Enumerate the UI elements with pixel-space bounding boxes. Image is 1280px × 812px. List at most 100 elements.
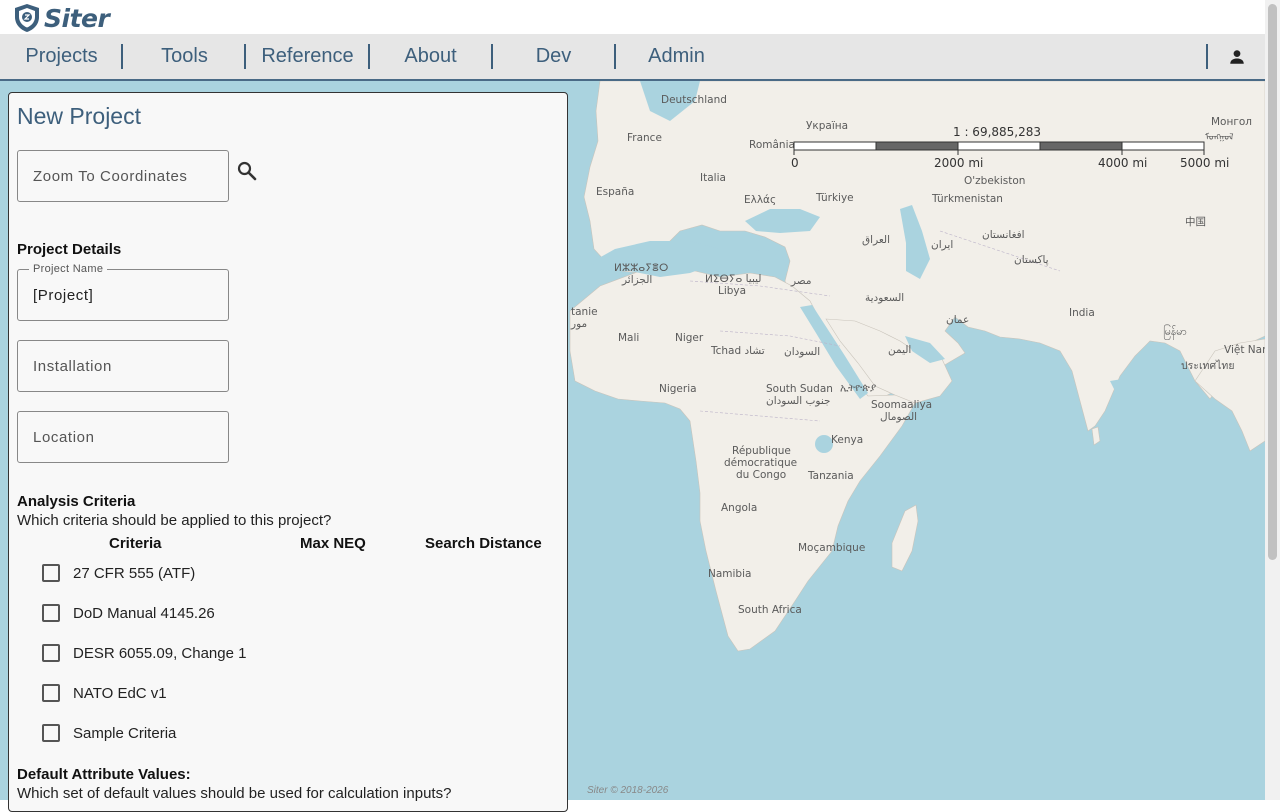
map-label: مصر bbox=[791, 275, 812, 287]
criteria-checkbox[interactable] bbox=[42, 724, 60, 742]
criteria-label: 27 CFR 555 (ATF) bbox=[73, 564, 196, 582]
map-label: République bbox=[732, 445, 791, 457]
scrollbar-thumb[interactable] bbox=[1268, 4, 1277, 560]
map-label: السودان bbox=[784, 346, 821, 358]
map-label: اليمن bbox=[888, 344, 912, 356]
map-label: Deutschland bbox=[661, 94, 727, 106]
user-menu-button[interactable] bbox=[1209, 34, 1265, 79]
map-label: مور bbox=[571, 318, 588, 330]
top-bar: Siter bbox=[0, 0, 1265, 34]
criteria-label: Sample Criteria bbox=[73, 724, 177, 742]
criteria-checkbox[interactable] bbox=[42, 644, 60, 662]
search-icon bbox=[237, 161, 257, 181]
scale-tick-label: 0 bbox=[791, 156, 799, 170]
map-label: Україна bbox=[806, 120, 849, 132]
map-label: Монгол bbox=[1211, 116, 1253, 128]
nav-reference[interactable]: Reference bbox=[246, 34, 369, 79]
map-label: العراق bbox=[862, 234, 891, 246]
app-name: Siter bbox=[44, 3, 110, 33]
map-label: Libya bbox=[718, 285, 747, 297]
installation-input[interactable] bbox=[18, 341, 228, 391]
location-field bbox=[17, 411, 229, 463]
map-label: မြန်မာ bbox=[1163, 326, 1187, 338]
analysis-criteria-question: Which criteria should be applied to this… bbox=[17, 512, 332, 529]
map-label: Việt Nam bbox=[1224, 344, 1265, 356]
map-attribution: Siter © 2018-2026 bbox=[587, 785, 669, 796]
map-label: Namibia bbox=[708, 568, 752, 580]
column-header-search-distance: Search Distance bbox=[425, 535, 542, 552]
map-label: South Sudan bbox=[766, 383, 833, 395]
map-label: ኢትዮጵያ bbox=[840, 382, 877, 394]
map-label: ⵍⵉⴱⵢⴰ ليبيا bbox=[705, 273, 762, 285]
nav-projects[interactable]: Projects bbox=[0, 34, 123, 79]
scale-ratio: 1 : 69,885,283 bbox=[953, 125, 1042, 139]
nav-admin[interactable]: Admin bbox=[615, 34, 738, 79]
map-label: Italia bbox=[700, 172, 726, 184]
shield-logo-icon bbox=[15, 4, 39, 32]
zoom-search-button[interactable] bbox=[235, 159, 259, 183]
map-label: O'zbekiston bbox=[964, 175, 1026, 187]
map-label: ⵍⵣⵣⴰⵢⴻⵔ bbox=[614, 262, 669, 274]
map-label: Ελλάς bbox=[744, 194, 777, 206]
map-label: السعودية bbox=[865, 292, 905, 304]
map-label: India bbox=[1069, 307, 1095, 319]
criteria-label: NATO EdC v1 bbox=[73, 684, 167, 702]
criteria-checkbox[interactable] bbox=[42, 604, 60, 622]
scale-tick-label: 2000 mi bbox=[934, 156, 984, 170]
analysis-criteria-heading: Analysis Criteria bbox=[17, 493, 136, 510]
map-label: Tanzania bbox=[808, 470, 854, 482]
map-label: ประเทศไทย bbox=[1181, 360, 1235, 372]
column-header-max-neq: Max NEQ bbox=[300, 535, 366, 552]
map-label: جنوب السودان bbox=[766, 395, 831, 407]
scale-tick-label: 5000 mi bbox=[1180, 156, 1230, 170]
location-input[interactable] bbox=[18, 412, 228, 462]
map-label: Türkiye bbox=[816, 192, 854, 204]
default-attributes-question: Which set of default values should be us… bbox=[17, 785, 452, 802]
map-label: Nigeria bbox=[659, 383, 697, 395]
installation-field bbox=[17, 340, 229, 392]
map-label: الجزائر bbox=[622, 274, 653, 286]
scale-tick-label: 4000 mi bbox=[1098, 156, 1148, 170]
criteria-label: DoD Manual 4145.26 bbox=[73, 604, 215, 622]
criteria-row: DoD Manual 4145.26 bbox=[42, 601, 215, 625]
page-scrollbar[interactable] bbox=[1265, 0, 1280, 800]
scale-bar-graphic bbox=[793, 141, 1205, 155]
zoom-coordinates-input[interactable] bbox=[18, 151, 228, 201]
default-attributes-heading: Default Attribute Values: bbox=[17, 766, 191, 783]
project-details-heading: Project Details bbox=[17, 241, 122, 258]
criteria-label: DESR 6055.09, Change 1 bbox=[73, 644, 247, 662]
nav-dev[interactable]: Dev bbox=[492, 34, 615, 79]
project-name-input[interactable] bbox=[18, 270, 228, 320]
criteria-row: Sample Criteria bbox=[42, 721, 176, 745]
panel-title: New Project bbox=[17, 103, 141, 129]
map-label: ᠮᠣᠩᠭᠣᠯ bbox=[1205, 133, 1234, 143]
map-label: Tchad تشاد bbox=[711, 345, 765, 357]
person-icon bbox=[1230, 49, 1244, 64]
nav-tools[interactable]: Tools bbox=[123, 34, 246, 79]
criteria-row: NATO EdC v1 bbox=[42, 681, 167, 705]
map-label: España bbox=[596, 186, 635, 198]
app-logo[interactable]: Siter bbox=[14, 1, 110, 35]
criteria-checkbox[interactable] bbox=[42, 564, 60, 582]
map-label: Türkmenistan bbox=[932, 193, 1003, 205]
map-label: پاکستان bbox=[1014, 254, 1049, 266]
new-project-panel: New Project Project Details Project Name… bbox=[8, 92, 568, 812]
map-label: عمان bbox=[946, 314, 970, 326]
map-label: tanie bbox=[571, 306, 598, 318]
map-label: افغانستان bbox=[982, 229, 1025, 241]
criteria-row: 27 CFR 555 (ATF) bbox=[42, 561, 195, 585]
map-label: ایران bbox=[931, 239, 954, 251]
map-label: Moçambique bbox=[798, 542, 866, 554]
map-label: France bbox=[627, 132, 662, 144]
nav-about[interactable]: About bbox=[369, 34, 492, 79]
map-label: South Africa bbox=[738, 604, 802, 616]
map-label: 中国 bbox=[1185, 216, 1206, 228]
map-label: Niger bbox=[675, 332, 704, 344]
map-label: România bbox=[749, 139, 795, 151]
map-label: Mali bbox=[618, 332, 640, 344]
criteria-checkbox[interactable] bbox=[42, 684, 60, 702]
project-name-field: Project Name bbox=[17, 263, 229, 321]
map-label: Soomaaliya bbox=[871, 399, 933, 411]
map-label: démocratique bbox=[724, 457, 798, 469]
map-label: du Congo bbox=[736, 469, 787, 481]
